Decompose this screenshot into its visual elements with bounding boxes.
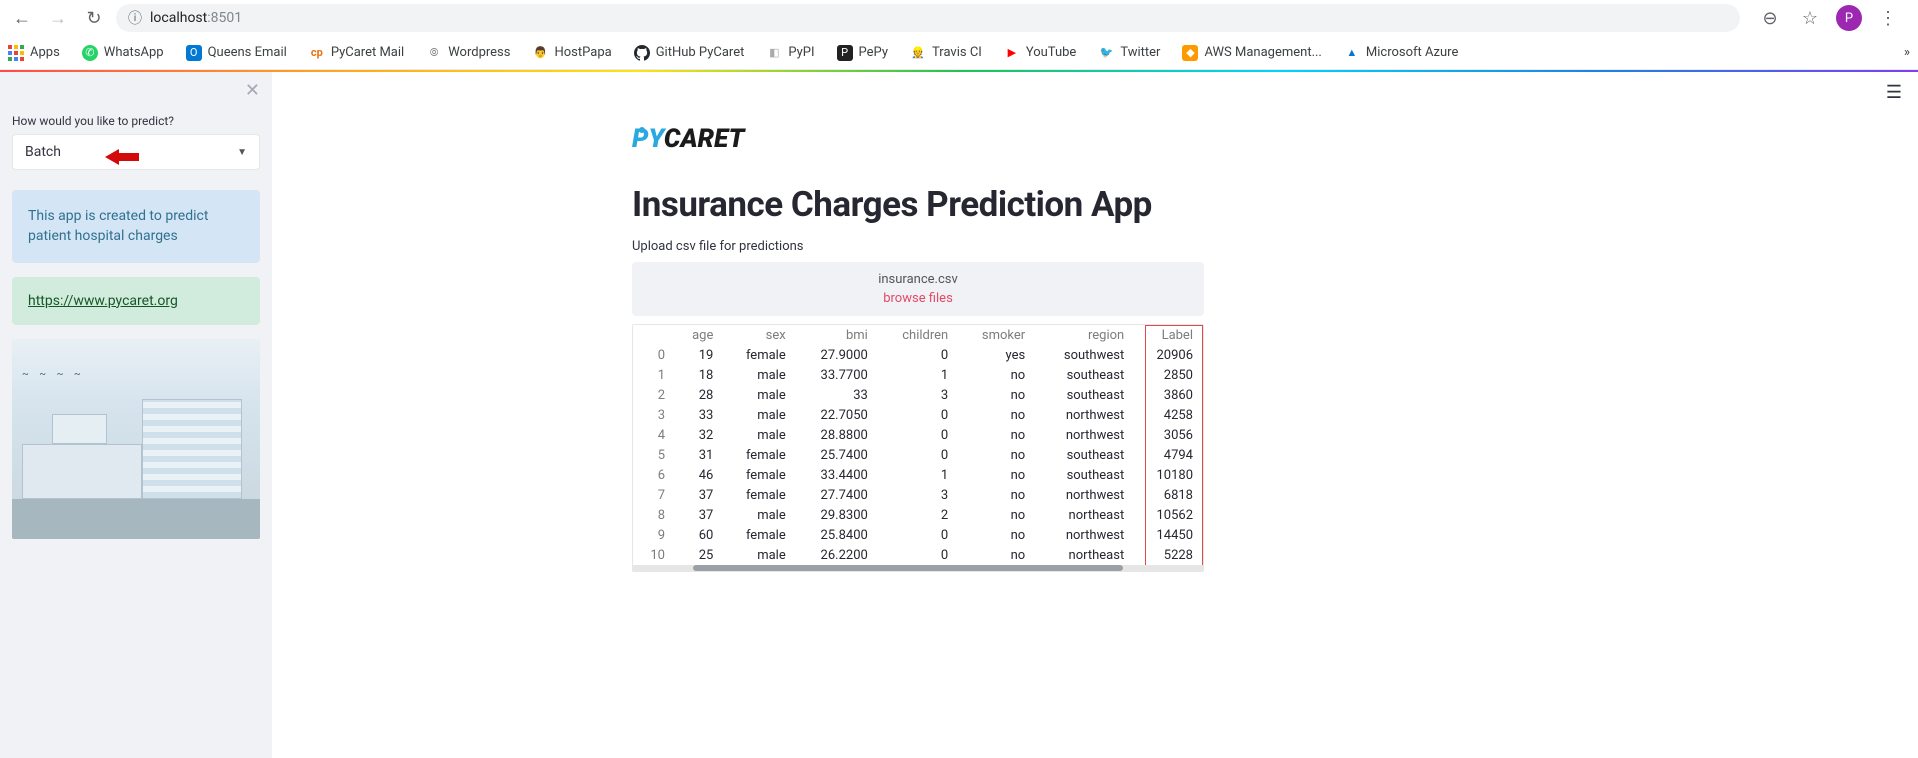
pycaret-icon: cp [309, 45, 325, 61]
bookmark-star-icon[interactable]: ☆ [1796, 4, 1824, 32]
outlook-icon: O [186, 45, 202, 61]
apps-grid-icon [8, 45, 24, 61]
predict-mode-label: How would you like to predict? [12, 114, 260, 128]
nav-back-button[interactable]: ← [8, 4, 36, 32]
uploaded-filename: insurance.csv [878, 272, 958, 287]
hostpapa-icon: 👨 [532, 45, 548, 61]
bookmark-apps[interactable]: Apps [8, 45, 60, 61]
col-age: age [673, 325, 721, 345]
bookmark-queens-email[interactable]: OQueens Email [186, 45, 287, 61]
github-icon [634, 45, 650, 61]
address-bar[interactable]: ⓘ localhost:8501 [116, 4, 1740, 32]
browse-files-link[interactable]: browse files [642, 291, 1194, 306]
youtube-icon: ▶ [1004, 45, 1020, 61]
bookmark-travis[interactable]: 👷Travis CI [910, 45, 982, 61]
bookmark-youtube[interactable]: ▶YouTube [1004, 45, 1077, 61]
wordpress-icon: ⦾ [426, 45, 442, 61]
site-info-icon[interactable]: ⓘ [128, 8, 142, 28]
svg-text:PYCARET: PYCARET [632, 124, 746, 154]
col-children: children [876, 325, 956, 345]
nav-reload-button[interactable]: ↻ [80, 4, 108, 32]
red-arrow-annotation [105, 149, 139, 169]
predict-mode-select[interactable]: Batch ▼ [12, 134, 260, 170]
bookmark-twitter[interactable]: 🐦Twitter [1098, 45, 1160, 61]
table-row: 960female25.84000nonorthwest14450 [633, 525, 1203, 545]
table-row: 333male22.70500nonorthwest4258 [633, 405, 1203, 425]
col-sex: sex [721, 325, 793, 345]
aws-icon: ◆ [1182, 45, 1198, 61]
pycaret-logo: PYCARET [632, 122, 1204, 158]
chevron-down-icon: ▼ [237, 147, 247, 158]
bookmark-wordpress[interactable]: ⦾Wordpress [426, 45, 510, 61]
bookmark-github-pycaret[interactable]: GitHub PyCaret [634, 45, 745, 61]
col-smoker: smoker [956, 325, 1033, 345]
table-row: 1025male26.22000nonortheast5228 [633, 545, 1203, 565]
bookmark-pycaret-mail[interactable]: cpPyCaret Mail [309, 45, 404, 61]
table-row: 019female27.90000yessouthwest20906 [633, 345, 1203, 365]
travis-icon: 👷 [910, 45, 926, 61]
hospital-image: ~ ~ ~ ~ [12, 339, 260, 539]
table-row: 531female25.74000nosoutheast4794 [633, 445, 1203, 465]
bookmark-aws[interactable]: ◆AWS Management... [1182, 45, 1321, 61]
horizontal-scrollbar[interactable] [633, 565, 1203, 571]
predict-mode-value: Batch [25, 144, 61, 160]
file-uploader[interactable]: insurance.csv browse files [632, 262, 1204, 316]
page-title: Insurance Charges Prediction App [632, 184, 1204, 225]
whatsapp-icon: ✆ [82, 45, 98, 61]
table-row: 837male29.83002nonortheast10562 [633, 505, 1203, 525]
col-region: region [1033, 325, 1132, 345]
table-header-row: age sex bmi children smoker region Label [633, 325, 1203, 345]
azure-icon: ▲ [1344, 45, 1360, 61]
bookmarks-overflow[interactable]: » [1904, 45, 1910, 60]
table-row: 118male33.77001nosoutheast2850 [633, 365, 1203, 385]
pycaret-link[interactable]: https://www.pycaret.org [28, 293, 178, 309]
success-box: https://www.pycaret.org [12, 277, 260, 325]
bookmark-pypi[interactable]: ◧PyPI [766, 45, 814, 61]
sidebar: ✕ How would you like to predict? Batch ▼… [0, 72, 272, 758]
bookmark-pepy[interactable]: PPePy [837, 45, 888, 61]
pepy-icon: P [837, 45, 853, 61]
upload-label: Upload csv file for predictions [632, 239, 1204, 254]
table-row: 432male28.88000nonorthwest3056 [633, 425, 1203, 445]
table-row: 228male333nosoutheast3860 [633, 385, 1203, 405]
bookmark-hostpapa[interactable]: 👨HostPapa [532, 45, 611, 61]
kebab-menu-icon[interactable]: ⋮ [1874, 4, 1902, 32]
hamburger-menu-icon[interactable]: ☰ [1886, 82, 1902, 103]
col-bmi: bmi [794, 325, 876, 345]
bookmark-azure[interactable]: ▲Microsoft Azure [1344, 45, 1458, 61]
table-row: 737female27.74003nonorthwest6818 [633, 485, 1203, 505]
main-area: ☰ PYCARET Insurance Charges Prediction A… [272, 72, 1918, 758]
pypi-icon: ◧ [766, 45, 782, 61]
predictions-table: age sex bmi children smoker region Label… [632, 324, 1204, 572]
profile-avatar[interactable]: P [1836, 5, 1862, 31]
table-row: 646female33.44001nosoutheast10180 [633, 465, 1203, 485]
bookmarks-bar: Apps ✆WhatsApp OQueens Email cpPyCaret M… [0, 36, 1918, 70]
info-box: This app is created to predict patient h… [12, 190, 260, 263]
twitter-icon: 🐦 [1098, 45, 1114, 61]
nav-forward-button[interactable]: → [44, 4, 72, 32]
zoom-icon[interactable]: ⊖ [1756, 4, 1784, 32]
browser-toolbar: ← → ↻ ⓘ localhost:8501 ⊖ ☆ P ⋮ [0, 0, 1918, 36]
sidebar-close-icon[interactable]: ✕ [245, 80, 260, 101]
col-label: Label [1132, 325, 1203, 345]
bookmark-whatsapp[interactable]: ✆WhatsApp [82, 45, 164, 61]
url-text: localhost:8501 [150, 10, 242, 26]
